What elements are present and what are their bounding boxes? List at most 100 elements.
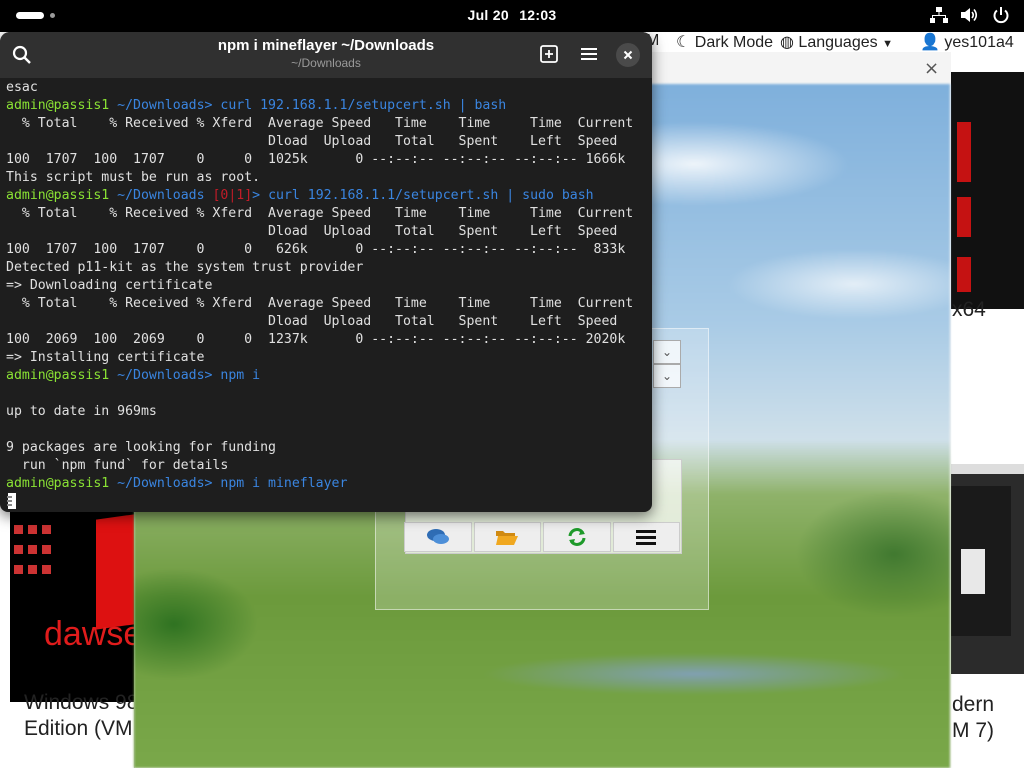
desktop-icon: [14, 565, 23, 574]
thumbnail-text: dawse: [44, 615, 134, 653]
desktop-icon: [28, 565, 37, 574]
prompt-user: admin@passis1: [6, 368, 110, 383]
hud-select-2[interactable]: ⌄: [653, 364, 681, 388]
desktop-icon: [14, 545, 23, 554]
prompt-line: admin@passis1 ~/Downloads> npm i: [6, 367, 646, 385]
scroll-handle[interactable]: [7, 496, 12, 508]
output-text: 100 2069 100 2069 0 0 1237k 0 --:--:-- -…: [6, 332, 626, 347]
prompt-user: admin@passis1: [6, 188, 110, 203]
output-text: 100 1707 100 1707 0 0 626k 0 --:--:-- --…: [6, 242, 626, 257]
prompt-symbol: >: [204, 368, 221, 383]
hud-select-1[interactable]: ⌄: [653, 340, 681, 364]
prompt-symbol: >: [204, 98, 221, 113]
vm-thumbnail-left[interactable]: dawse: [10, 507, 134, 702]
thumbnail-graphic: [957, 197, 971, 237]
vm-thumbnail-right-bottom[interactable]: [951, 464, 1024, 674]
prompt-user: admin@passis1: [6, 476, 110, 491]
terminal-output[interactable]: esac admin@passis1 ~/Downloads> curl 192.…: [6, 79, 646, 511]
hamburger-icon: [636, 530, 657, 545]
prompt-path: ~/Downloads: [117, 476, 205, 491]
refresh-button[interactable]: [543, 522, 611, 552]
cursor-line: [6, 493, 646, 511]
output-text: Detected p11-kit as the system trust pro…: [6, 260, 364, 275]
desktop-icon: [42, 565, 51, 574]
exit-status: [0|1]: [212, 188, 253, 203]
output-text: This script must be run as root.: [6, 170, 261, 185]
output-text: Dload Upload Total Spent Left Speed: [6, 224, 618, 239]
output-line: up to date in 969ms: [6, 403, 646, 421]
new-tab-button[interactable]: [538, 43, 560, 69]
chat-icon: [426, 529, 449, 544]
output-text: % Total % Received % Xferd Average Speed…: [6, 116, 634, 131]
refresh-icon: [568, 528, 586, 546]
output-text: => Installing certificate: [6, 350, 205, 365]
desktop-icon: [28, 525, 37, 534]
close-icon: [623, 50, 633, 60]
terminal-window[interactable]: npm i mineflayer ~/Downloads ~/Downloads…: [0, 32, 652, 512]
output-text: => Downloading certificate: [6, 278, 213, 293]
new-tab-icon: [540, 45, 558, 63]
chevron-down-icon: ▼: [882, 38, 893, 50]
prompt-symbol: >: [204, 476, 221, 491]
close-button[interactable]: [616, 43, 640, 67]
output-line: Detected p11-kit as the system trust pro…: [6, 259, 646, 277]
card-title-right-top[interactable]: x64: [952, 298, 986, 322]
output-text: % Total % Received % Xferd Average Speed…: [6, 206, 634, 221]
command-text: npm i: [220, 368, 261, 383]
output-line: % Total % Received % Xferd Average Speed…: [6, 115, 646, 133]
terminal-headerbar[interactable]: npm i mineflayer ~/Downloads ~/Downloads: [0, 32, 652, 78]
desktop-icon: [42, 545, 51, 554]
output-line: This script must be run as root.: [6, 169, 646, 187]
thumbnail-panel: [961, 549, 985, 594]
volume-icon: [961, 8, 978, 22]
chat-button[interactable]: [404, 522, 472, 552]
menu-button[interactable]: [612, 522, 680, 552]
user-name: yes101a4: [944, 34, 1014, 51]
prompt-user: admin@passis1: [6, 98, 110, 113]
output-line: Dload Upload Total Spent Left Speed: [6, 133, 646, 151]
command-text: curl 192.168.1.1/setupcert.sh | bash: [220, 98, 507, 113]
site-nav: M ☾ Dark Mode ◍ Languages ▼ 👤 yes101a4: [640, 32, 1024, 54]
prompt-path: ~/Downloads: [117, 98, 205, 113]
output-text: Dload Upload Total Spent Left Speed: [6, 134, 618, 149]
desktop-icon: [14, 525, 23, 534]
clock[interactable]: Jul 20 12:03: [0, 7, 1024, 23]
network-icon: [930, 7, 948, 23]
overlay-close-button[interactable]: ×: [924, 58, 939, 79]
vm-thumbnail-right-top[interactable]: [951, 72, 1024, 309]
hamburger-menu-icon: [581, 48, 597, 60]
command-text: npm i mineflayer: [220, 476, 348, 491]
output-text: run `npm fund` for details: [6, 458, 229, 473]
output-line: Dload Upload Total Spent Left Speed: [6, 313, 646, 331]
card-title-left[interactable]: Windows 98 Edition (VM 4: [24, 690, 150, 742]
user-menu[interactable]: 👤 yes101a4: [920, 32, 1014, 52]
output-text: 100 1707 100 1707 0 0 1025k 0 --:--:-- -…: [6, 152, 626, 167]
hud-toolbar: [404, 522, 680, 552]
output-line: % Total % Received % Xferd Average Speed…: [6, 205, 646, 223]
output-line: % Total % Received % Xferd Average Speed…: [6, 295, 646, 313]
output-text: Dload Upload Total Spent Left Speed: [6, 314, 618, 329]
clock-date: Jul 20: [467, 7, 509, 23]
output-line: Dload Upload Total Spent Left Speed: [6, 223, 646, 241]
thumbnail-graphic: [957, 122, 971, 182]
desktop-icon: [28, 545, 37, 554]
output-text: esac: [6, 80, 38, 95]
power-icon: [993, 7, 1009, 24]
output-line: => Installing certificate: [6, 349, 646, 367]
prompt-line: admin@passis1 ~/Downloads [0|1]> curl 19…: [6, 187, 646, 205]
folder-button[interactable]: [473, 522, 541, 552]
languages-menu[interactable]: ◍ Languages ▼: [780, 32, 893, 52]
system-tray[interactable]: [930, 6, 1010, 24]
output-text: up to date in 969ms: [6, 404, 157, 419]
user-icon: 👤: [920, 34, 940, 51]
output-line: 100 1707 100 1707 0 0 626k 0 --:--:-- --…: [6, 241, 646, 259]
output-line: 100 1707 100 1707 0 0 1025k 0 --:--:-- -…: [6, 151, 646, 169]
card-title-right[interactable]: dern M 7): [952, 692, 994, 744]
thumbnail-toolbar: [951, 464, 1024, 474]
dark-mode-toggle[interactable]: ☾ Dark Mode: [676, 32, 773, 52]
main-menu-button[interactable]: [578, 43, 600, 69]
output-line: run `npm fund` for details: [6, 457, 646, 475]
output-text: 9 packages are looking for funding: [6, 440, 276, 455]
